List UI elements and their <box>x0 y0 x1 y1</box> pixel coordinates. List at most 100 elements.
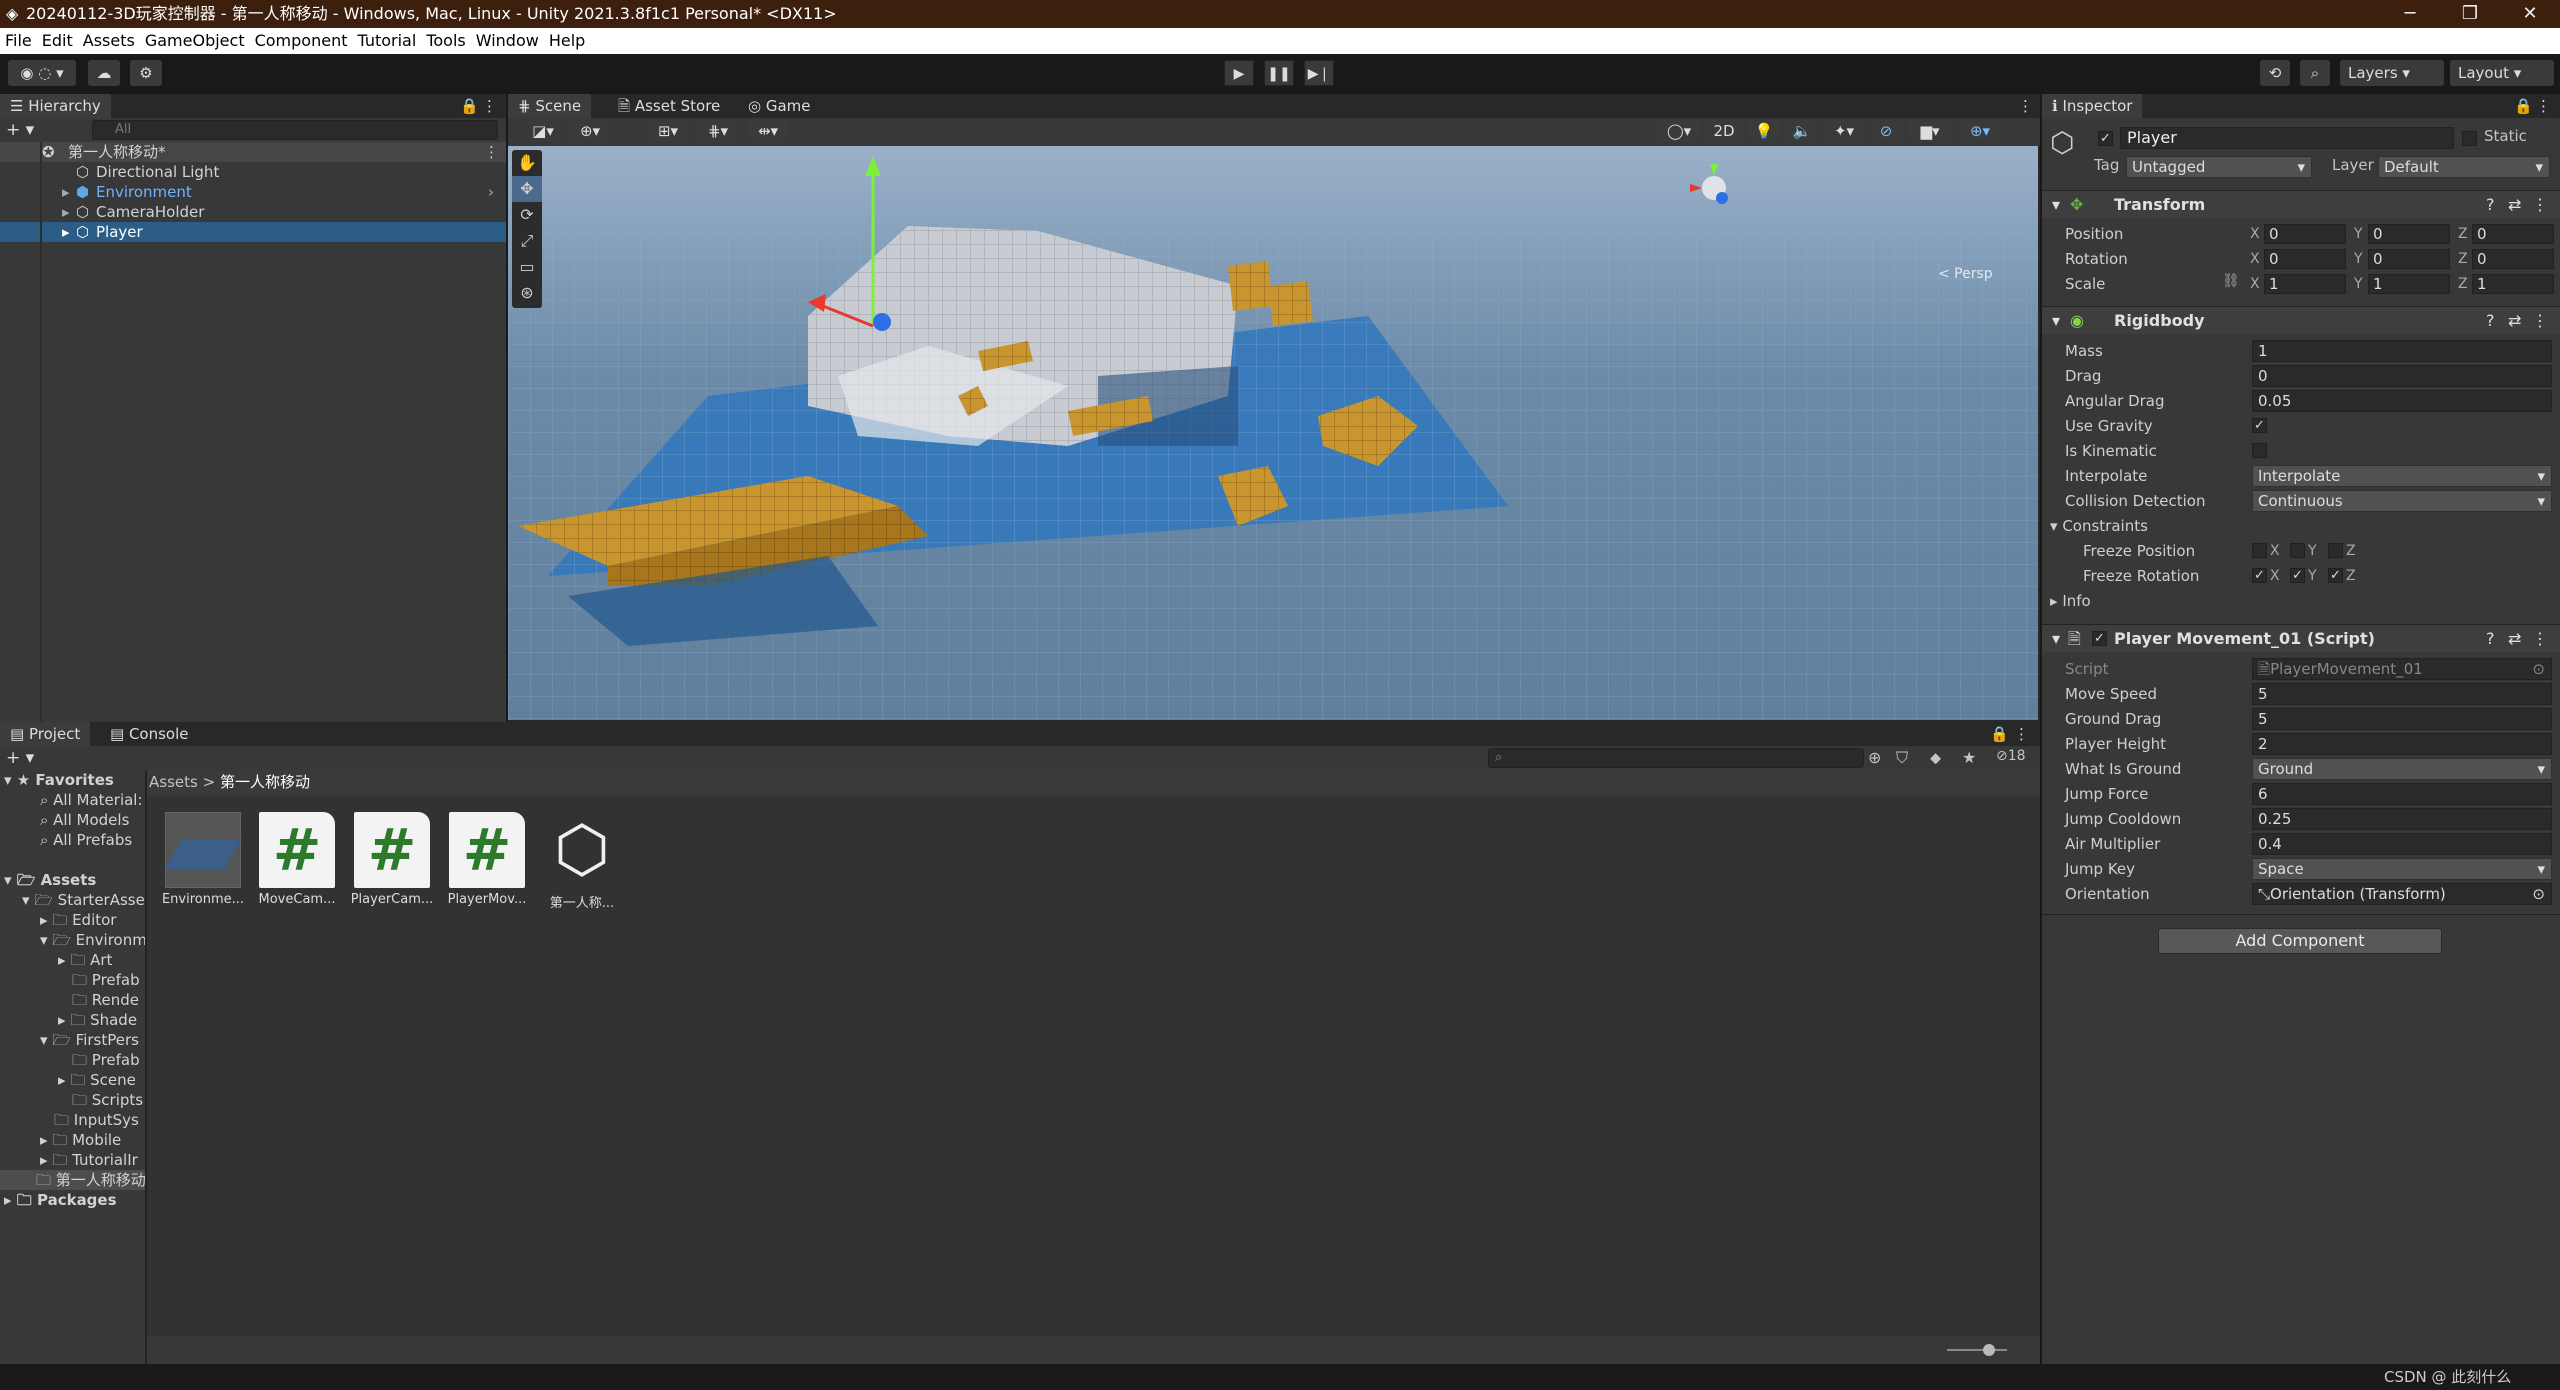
preset-icon[interactable]: ⇄ <box>2508 625 2521 653</box>
script-header[interactable]: ▾ 🗎 ✓ Player Movement_01 (Script) ? ⇄ ⋮ <box>2042 624 2560 652</box>
angular-drag-field[interactable]: 0.05 <box>2252 390 2552 412</box>
scale-tool-icon[interactable]: ⤢ <box>512 228 542 254</box>
create-asset-button[interactable]: + ▾ <box>6 748 34 768</box>
gizmos-toggle-icon[interactable]: ⊕▾ <box>1958 120 2002 142</box>
tab-game[interactable]: ◎ Game <box>738 94 821 118</box>
menu-file[interactable]: File <box>0 28 37 54</box>
pause-button[interactable]: ❚❚ <box>1264 60 1294 86</box>
component-more-icon[interactable]: ⋮ <box>2532 191 2548 219</box>
folder-scenes[interactable]: ▸ 🗀 Scene <box>58 1070 136 1090</box>
asset-playercam-script[interactable]: # PlayerCam... <box>347 812 437 907</box>
fav-all-prefabs[interactable]: ⌕ All Prefabs <box>40 830 132 850</box>
packages-foldout[interactable]: ▸ 🗀 Packages <box>4 1190 117 1210</box>
gizmo-z-handle[interactable] <box>873 313 891 331</box>
menu-edit[interactable]: Edit <box>37 28 78 54</box>
folder-fp-prefabs[interactable]: 🗀 Prefab <box>72 1050 140 1070</box>
object-name-input[interactable]: Player <box>2120 127 2454 149</box>
move-speed-field[interactable]: 5 <box>2252 683 2552 705</box>
step-button[interactable]: ▶❘ <box>1304 60 1334 86</box>
more-icon[interactable]: ⋮ <box>2014 722 2029 746</box>
use-gravity-checkbox[interactable]: ✓ <box>2252 418 2267 433</box>
position-z-field[interactable]: 0 <box>2472 224 2554 244</box>
hierarchy-search-input[interactable]: All <box>92 120 498 140</box>
menu-assets[interactable]: Assets <box>78 28 140 54</box>
collab-icon[interactable]: ⚙ <box>130 60 162 86</box>
folder-prefabs[interactable]: 🗀 Prefab <box>72 970 140 990</box>
folder-art[interactable]: ▸ 🗀 Art <box>58 950 112 970</box>
folder-firstperson-move[interactable]: 🗀 第一人称移动 <box>0 1170 145 1190</box>
freeze-pos-x-checkbox[interactable] <box>2252 543 2267 558</box>
expand-arrow-icon[interactable]: ▸ <box>62 222 70 242</box>
layout-dropdown[interactable]: Layout ▾ <box>2450 60 2554 86</box>
help-icon[interactable]: ? <box>2486 625 2495 653</box>
folder-inputsystem[interactable]: 🗀 InputSys <box>54 1110 139 1130</box>
air-multiplier-field[interactable]: 0.4 <box>2252 833 2552 855</box>
rect-tool-icon[interactable]: ▭ <box>512 254 542 280</box>
rotation-x-field[interactable]: 0 <box>2264 249 2346 269</box>
component-more-icon[interactable]: ⋮ <box>2532 307 2548 335</box>
mass-field[interactable]: 1 <box>2252 340 2552 362</box>
asset-scene[interactable]: ⬡ 第一人称... <box>537 812 627 911</box>
interpolate-dropdown[interactable]: Interpolate ▾ <box>2252 465 2552 487</box>
rotation-y-field[interactable]: 0 <box>2368 249 2450 269</box>
breadcrumb-current[interactable]: 第一人称移动 <box>220 773 310 791</box>
hierarchy-item-directional-light[interactable]: ⬡ Directional Light <box>0 162 506 182</box>
hierarchy-item-environment[interactable]: ▸ ⬢ Environment › <box>0 182 506 202</box>
lock-icon[interactable]: 🔒 <box>1990 722 2009 746</box>
script-enabled-checkbox[interactable]: ✓ <box>2092 631 2107 646</box>
favorites-foldout[interactable]: ▾ ★ Favorites <box>4 770 114 790</box>
folder-editor[interactable]: ▸ 🗀 Editor <box>40 910 116 930</box>
freeze-pos-z-checkbox[interactable] <box>2328 543 2343 558</box>
persp-label[interactable]: < Persp <box>1938 266 1993 282</box>
scene-viewport[interactable]: ✋ ✥ ⟳ ⤢ ▭ ⊛ < Persp <box>508 146 2038 720</box>
increment-snap-button[interactable]: ⇹▾ <box>748 120 788 142</box>
layer-dropdown[interactable]: Default ▾ <box>2378 156 2550 178</box>
lock-icon[interactable]: 🔒 <box>2514 94 2533 118</box>
folder-mobile[interactable]: ▸ 🗀 Mobile <box>40 1130 121 1150</box>
rotation-z-field[interactable]: 0 <box>2472 249 2554 269</box>
rigidbody-header[interactable]: ▾ ◉ Rigidbody ? ⇄ ⋮ <box>2042 306 2560 334</box>
cloud-icon[interactable]: ☁ <box>88 60 120 86</box>
zoom-slider-thumb[interactable] <box>1983 1344 1995 1356</box>
freeze-rot-x-checkbox[interactable]: ✓ <box>2252 568 2267 583</box>
history-icon[interactable]: ⟲ <box>2260 60 2290 86</box>
scene-root-row[interactable]: ✪ 第一人称移动* ⋮ <box>0 142 506 162</box>
hidden-objects-icon[interactable]: ⊘ <box>1870 120 1902 142</box>
freeze-pos-y-checkbox[interactable] <box>2290 543 2305 558</box>
hidden-count-badge[interactable]: ⊘18 <box>1996 748 2026 764</box>
menu-help[interactable]: Help <box>544 28 590 54</box>
2d-toggle-button[interactable]: 2D <box>1706 120 1742 142</box>
asset-movecam-script[interactable]: # MoveCam... <box>252 812 342 907</box>
transform-header[interactable]: ▾ ✥ Transform ? ⇄ ⋮ <box>2042 190 2560 218</box>
audio-toggle-icon[interactable]: 🔈 <box>1786 120 1818 142</box>
component-more-icon[interactable]: ⋮ <box>2532 625 2548 653</box>
draw-mode-button[interactable]: ◪▾ <box>526 120 560 142</box>
rotate-tool-icon[interactable]: ⟳ <box>512 202 542 228</box>
tab-console[interactable]: ▤ Console <box>100 722 199 746</box>
folder-tutorialinfo[interactable]: ▸ 🗀 TutorialIr <box>40 1150 138 1170</box>
more-icon[interactable]: ⋮ <box>482 94 497 118</box>
link-scale-icon[interactable]: ⛓ <box>2222 273 2240 289</box>
tag-dropdown[interactable]: Untagged ▾ <box>2126 156 2312 178</box>
more-icon[interactable]: ⋮ <box>2536 94 2551 118</box>
tab-inspector[interactable]: ℹ Inspector <box>2042 94 2143 118</box>
drag-field[interactable]: 0 <box>2252 365 2552 387</box>
freeze-rot-z-checkbox[interactable]: ✓ <box>2328 568 2343 583</box>
tab-hierarchy[interactable]: ☰ Hierarchy <box>0 94 111 118</box>
scale-x-field[interactable]: 1 <box>2264 274 2346 294</box>
menu-tutorial[interactable]: Tutorial <box>352 28 421 54</box>
tab-scene[interactable]: ⋕ Scene <box>508 94 592 118</box>
lighting-toggle-icon[interactable]: 💡 <box>1748 120 1780 142</box>
move-tool-icon[interactable]: ✥ <box>512 176 542 202</box>
scale-z-field[interactable]: 1 <box>2472 274 2554 294</box>
shading-mode-button[interactable]: ◯▾ <box>1658 120 1700 142</box>
jump-force-field[interactable]: 6 <box>2252 783 2552 805</box>
position-x-field[interactable]: 0 <box>2264 224 2346 244</box>
search-by-label-icon[interactable]: ⛉ <box>1896 748 1908 768</box>
lock-icon[interactable]: 🔒 <box>460 94 479 118</box>
zoom-slider-track[interactable] <box>1947 1349 2007 1351</box>
is-kinematic-checkbox[interactable] <box>2252 443 2267 458</box>
folder-shaders[interactable]: ▸ 🗀 Shade <box>58 1010 137 1030</box>
add-object-button[interactable]: + ▾ <box>6 120 46 140</box>
hierarchy-item-player[interactable]: ▸ ⬡ Player <box>0 222 506 242</box>
